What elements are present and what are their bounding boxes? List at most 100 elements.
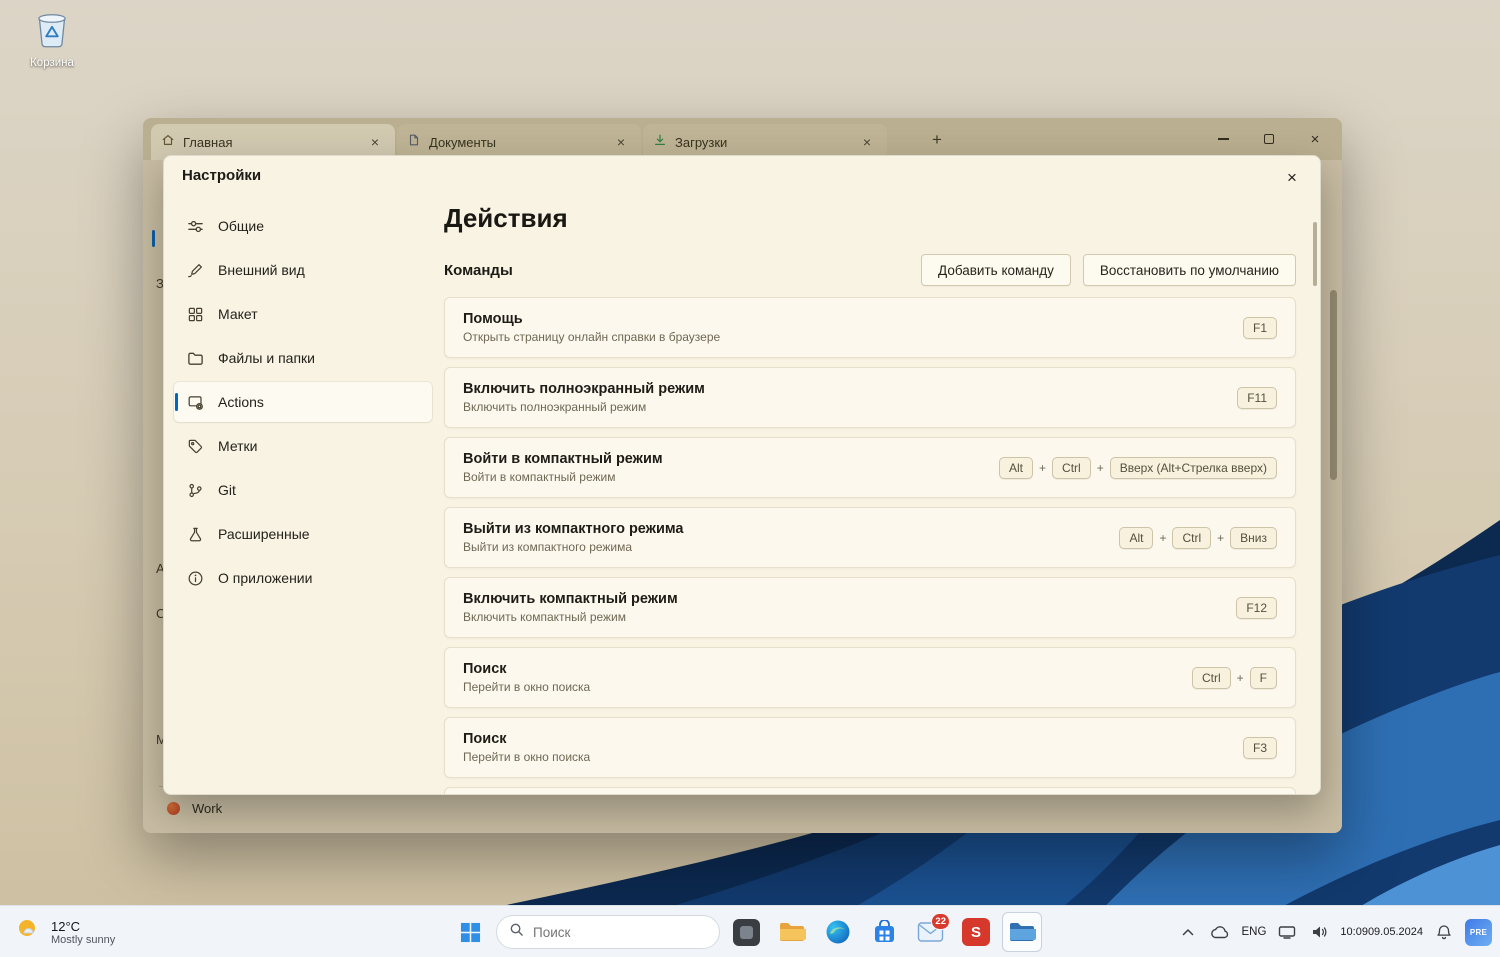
command-card-partial[interactable] bbox=[444, 787, 1296, 794]
command-subtitle: Включить полноэкранный режим bbox=[463, 400, 647, 414]
search-input[interactable] bbox=[533, 924, 693, 940]
language-indicator[interactable]: ENG bbox=[1241, 914, 1266, 950]
key-chip: F bbox=[1249, 666, 1277, 689]
commands-header-row: Команды Добавить команду Восстановить по… bbox=[444, 254, 1296, 286]
minimize-button[interactable] bbox=[1200, 118, 1246, 160]
command-card[interactable]: Поиск Перейти в окно поиска F3 bbox=[444, 717, 1296, 778]
command-card[interactable]: Поиск Перейти в окно поиска Ctrl + F bbox=[444, 647, 1296, 708]
sun-icon bbox=[14, 916, 42, 949]
maximize-button[interactable] bbox=[1246, 118, 1292, 160]
s-app-icon: S bbox=[962, 918, 990, 946]
new-tab-button[interactable]: + bbox=[925, 128, 949, 152]
store-icon bbox=[874, 919, 894, 942]
settings-sidebar: Общие Внешний вид Макет Файлы и папки Ac… bbox=[174, 206, 432, 602]
volume-icon[interactable] bbox=[1308, 914, 1330, 950]
files-preview-badge[interactable]: PRE bbox=[1465, 914, 1492, 950]
settings-sidebar-item[interactable]: Внешний вид bbox=[174, 250, 432, 290]
command-shortcut: Alt + Ctrl + Вверх (Alt+Стрелка вверх) bbox=[999, 456, 1277, 479]
settings-sidebar-item[interactable]: Метки bbox=[174, 426, 432, 466]
command-title: Помощь bbox=[463, 311, 523, 327]
clock[interactable]: 10:09 09.05.2024 bbox=[1340, 914, 1423, 950]
taskbar-mail[interactable]: 22 bbox=[910, 912, 950, 952]
sidebar-item-work[interactable]: Work bbox=[167, 794, 222, 822]
settings-sidebar-item[interactable]: Файлы и папки bbox=[174, 338, 432, 378]
onedrive-cloud-icon[interactable] bbox=[1209, 914, 1231, 950]
actions-icon bbox=[186, 393, 204, 411]
notification-bell-icon[interactable] bbox=[1433, 914, 1455, 950]
settings-sidebar-item[interactable]: Git bbox=[174, 470, 432, 510]
command-card[interactable]: Включить полноэкранный режим Включить по… bbox=[444, 367, 1296, 428]
tab-close-icon[interactable]: × bbox=[365, 134, 385, 150]
appearance-icon bbox=[186, 261, 204, 279]
command-subtitle: Включить компактный режим bbox=[463, 610, 627, 624]
key-chip: Вниз bbox=[1230, 526, 1277, 549]
taskbar-edge[interactable] bbox=[818, 912, 858, 952]
document-icon bbox=[407, 133, 421, 152]
command-card[interactable]: Выйти из компактного режима Выйти из ком… bbox=[444, 507, 1296, 568]
tray-date: 09.05.2024 bbox=[1367, 925, 1423, 938]
command-subtitle: Выйти из компактного режима bbox=[463, 540, 633, 554]
command-title: Поиск bbox=[463, 661, 507, 677]
sidebar-item-label: Расширенные bbox=[218, 526, 310, 542]
key-chip: Ctrl bbox=[1172, 526, 1212, 549]
tab-close-icon[interactable]: × bbox=[611, 134, 631, 150]
tray-chevron-up-icon[interactable] bbox=[1177, 914, 1199, 950]
taskbar-store[interactable] bbox=[864, 912, 904, 952]
command-card[interactable]: Включить компактный режим Включить компа… bbox=[444, 577, 1296, 638]
start-button[interactable] bbox=[450, 912, 490, 952]
windows-logo-icon bbox=[460, 922, 480, 942]
command-title: Включить компактный режим bbox=[463, 591, 678, 607]
close-window-button[interactable]: × bbox=[1292, 118, 1338, 160]
command-title: Включить полноэкранный режим bbox=[463, 381, 705, 397]
command-subtitle: Перейти в окно поиска bbox=[463, 680, 591, 694]
taskbar-app-dark[interactable] bbox=[726, 912, 766, 952]
command-subtitle: Открыть страницу онлайн справки в браузе… bbox=[463, 330, 721, 344]
taskbar-s-app[interactable]: S bbox=[956, 912, 996, 952]
tab-close-icon[interactable]: × bbox=[857, 134, 877, 150]
add-command-button[interactable]: Добавить команду bbox=[921, 254, 1071, 286]
key-chip: Alt bbox=[1119, 526, 1154, 549]
taskbar-file-explorer[interactable] bbox=[772, 912, 812, 952]
key-separator: + bbox=[1236, 670, 1244, 685]
network-icon[interactable] bbox=[1276, 914, 1298, 950]
taskbar-search[interactable] bbox=[496, 915, 720, 949]
command-shortcut: Ctrl + F bbox=[1191, 666, 1277, 689]
command-shortcut: F1 bbox=[1242, 316, 1277, 339]
dialog-title: Настройки bbox=[182, 167, 262, 184]
work-item-icon bbox=[167, 801, 180, 815]
tab-label: Документы bbox=[429, 134, 497, 150]
close-icon: × bbox=[1310, 130, 1320, 148]
mail-badge: 22 bbox=[931, 913, 950, 930]
key-chip: F1 bbox=[1242, 316, 1277, 339]
settings-sidebar-item[interactable]: Расширенные bbox=[174, 514, 432, 554]
command-shortcut: Alt + Ctrl + Вниз bbox=[1119, 526, 1277, 549]
recycle-bin-icon bbox=[33, 14, 71, 54]
command-card[interactable]: Помощь Открыть страницу онлайн справки в… bbox=[444, 297, 1296, 358]
command-subtitle: Перейти в окно поиска bbox=[463, 750, 591, 764]
sidebar-item-label: Метки bbox=[218, 438, 258, 454]
taskbar-files-app[interactable] bbox=[1002, 912, 1042, 952]
command-text: Поиск Перейти в окно поиска bbox=[463, 661, 590, 694]
key-separator: + bbox=[1159, 530, 1167, 545]
command-card[interactable]: Войти в компактный режим Войти в компакт… bbox=[444, 437, 1296, 498]
settings-sidebar-item[interactable]: Actions bbox=[174, 382, 432, 422]
key-chip: Вверх (Alt+Стрелка вверх) bbox=[1109, 456, 1277, 479]
sidebar-item-label: Git bbox=[218, 482, 236, 498]
tab-bar: Главная × Документы × Загрузки × + × bbox=[143, 118, 1342, 160]
recycle-bin-shortcut[interactable]: Корзина bbox=[14, 8, 90, 69]
weather-widget[interactable]: 12°C Mostly sunny bbox=[14, 906, 115, 957]
settings-sidebar-item[interactable]: Макет bbox=[174, 294, 432, 334]
dialog-scrollbar-thumb[interactable] bbox=[1313, 222, 1317, 286]
command-shortcut: F12 bbox=[1236, 596, 1277, 619]
settings-dialog: Настройки × Общие Внешний вид Макет Файл… bbox=[163, 155, 1321, 795]
settings-content: Действия Команды Добавить команду Восста… bbox=[444, 156, 1296, 794]
taskbar: 12°C Mostly sunny Поиск 22 S ENG 10:09 0… bbox=[0, 905, 1500, 957]
window-scrollbar-thumb[interactable] bbox=[1330, 290, 1337, 480]
advanced-icon bbox=[186, 525, 204, 543]
restore-defaults-button[interactable]: Восстановить по умолчанию bbox=[1082, 254, 1296, 286]
key-separator: + bbox=[1039, 460, 1047, 475]
settings-sidebar-item[interactable]: Общие bbox=[174, 206, 432, 246]
tab-label: Главная bbox=[183, 134, 233, 150]
settings-sidebar-item[interactable]: О приложении bbox=[174, 558, 432, 598]
key-chip: Alt bbox=[999, 456, 1034, 479]
